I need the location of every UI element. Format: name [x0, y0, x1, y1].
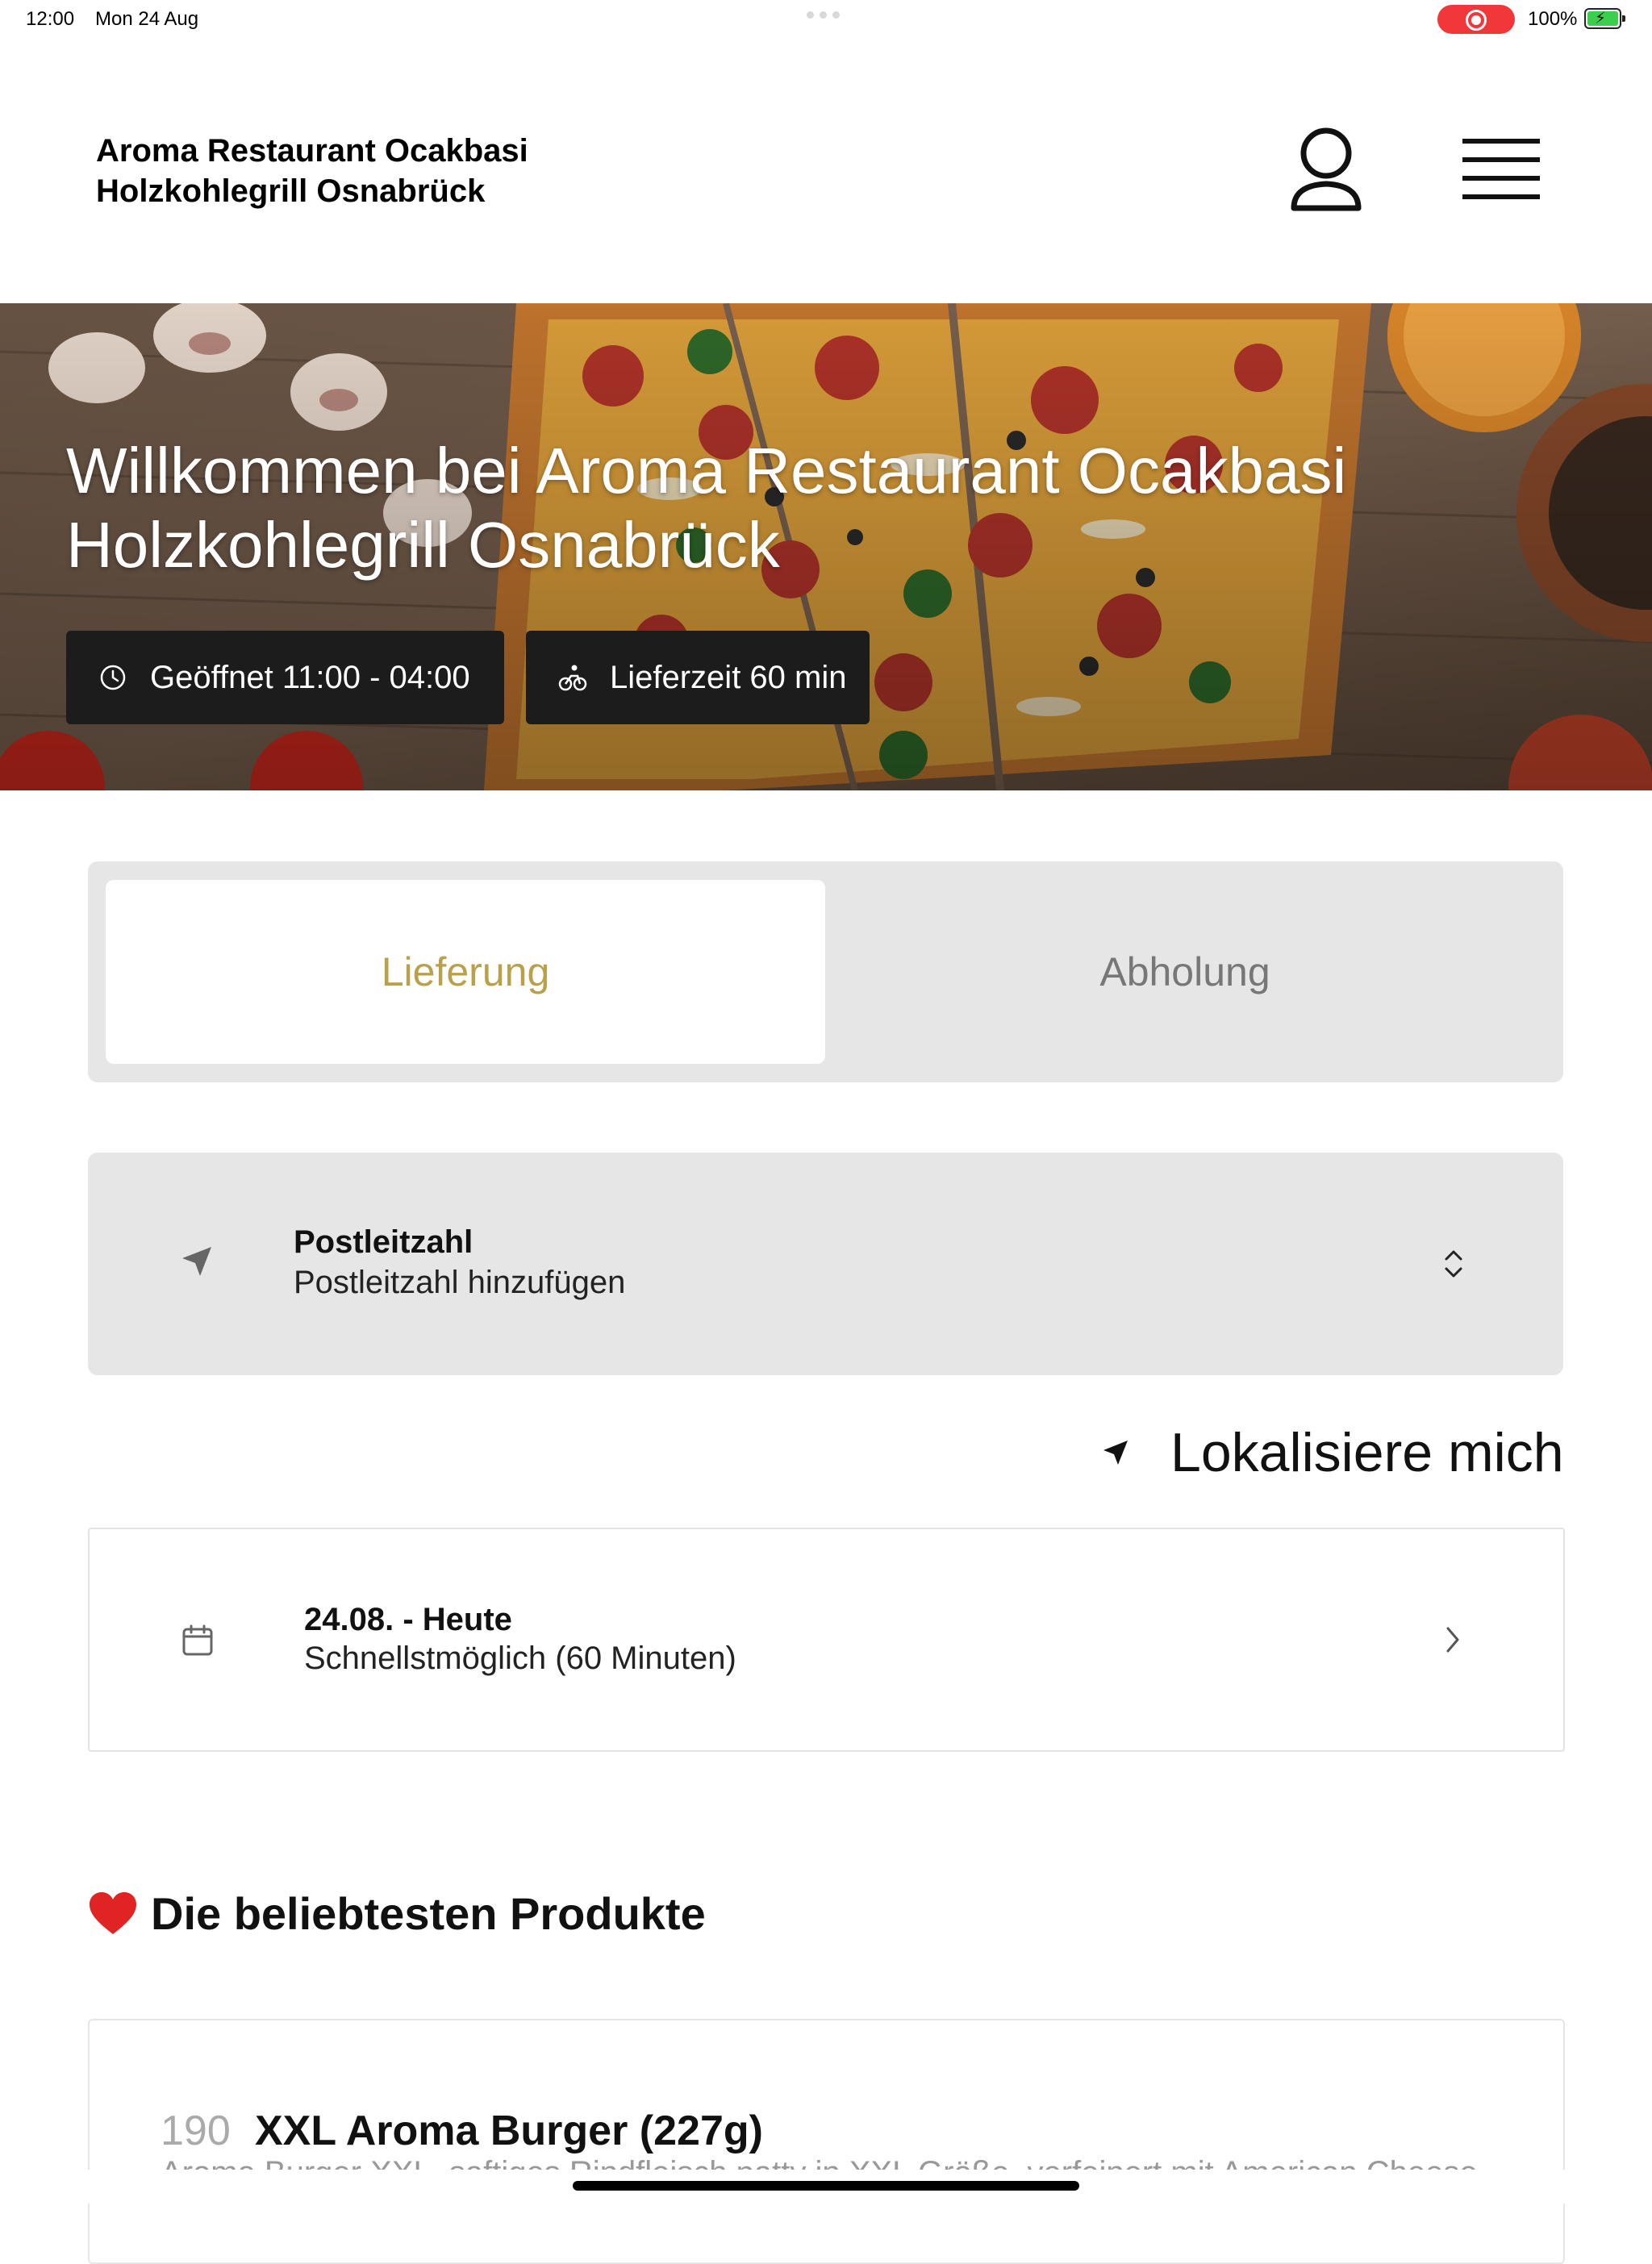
- heart-icon: [90, 1891, 136, 1934]
- status-date: Mon 24 Aug: [95, 8, 199, 30]
- delivery-date-selector[interactable]: [88, 1528, 1565, 1752]
- account-button[interactable]: [1286, 126, 1366, 215]
- battery-percentage: 100%: [1528, 8, 1578, 30]
- delivery-date-value: Schnellstmöglich (60 Minuten): [304, 1641, 736, 1676]
- clock-icon: [100, 665, 126, 690]
- calendar-icon: [182, 1624, 213, 1656]
- chevron-up-down-icon: [1445, 1250, 1462, 1278]
- popular-products-heading: Die beliebtesten Produkte: [88, 1887, 706, 1940]
- locate-me-label: Lokalisiere mich: [1170, 1422, 1564, 1483]
- postal-code-placeholder: Postleitzahl hinzufügen: [294, 1265, 626, 1300]
- popular-products-title: Die beliebtesten Produkte: [151, 1888, 706, 1939]
- status-time: 12:00: [26, 8, 75, 30]
- tab-delivery[interactable]: Lieferung: [106, 880, 825, 1064]
- brand-line-1: Aroma Restaurant Ocakbasi: [96, 133, 528, 169]
- opening-hours-chip[interactable]: Geöffnet 11:00 - 04:00: [66, 631, 504, 724]
- screen-recording-icon[interactable]: [1437, 5, 1515, 34]
- battery-icon: ⚡: [1584, 8, 1625, 29]
- user-icon: [1291, 127, 1362, 211]
- hero-title-line-1: Willkommen bei Aroma Restaurant Ocakbasi: [66, 435, 1347, 507]
- chevron-right-icon: [1446, 1627, 1459, 1653]
- bicycle-courier-icon: [558, 665, 587, 691]
- home-indicator[interactable]: [573, 2181, 1079, 2191]
- product-number: 190: [161, 2108, 231, 2154]
- postal-code-selector[interactable]: [88, 1153, 1563, 1375]
- hero-title-line-2: Holzkohlegrill Osnabrück: [66, 509, 780, 581]
- delivery-time-chip[interactable]: Lieferzeit 60 min: [526, 631, 870, 724]
- product-name: XXL Aroma Burger (227g): [255, 2108, 763, 2154]
- postal-code-label: Postleitzahl: [294, 1224, 473, 1260]
- tab-pickup[interactable]: Abholung: [825, 880, 1545, 1064]
- hero-title: Willkommen bei Aroma Restaurant Ocakbasi…: [66, 434, 1346, 582]
- opening-hours-text: Geöffnet 11:00 - 04:00: [150, 659, 470, 695]
- location-arrow-icon: [1103, 1441, 1128, 1465]
- delivery-time-text: Lieferzeit 60 min: [610, 659, 847, 695]
- restaurant-brand[interactable]: Aroma Restaurant Ocakbasi Holzkohlegrill…: [96, 131, 528, 211]
- location-arrow-icon: [182, 1247, 211, 1276]
- delivery-date-label: 24.08. - Heute: [304, 1602, 512, 1637]
- brand-line-2: Holzkohlegrill Osnabrück: [96, 173, 486, 209]
- menu-button[interactable]: [1460, 136, 1541, 203]
- hamburger-menu-icon: [1462, 139, 1540, 199]
- multitasking-dots-icon[interactable]: [807, 11, 845, 19]
- locate-me-button[interactable]: Lokalisiere mich: [1101, 1421, 1564, 1484]
